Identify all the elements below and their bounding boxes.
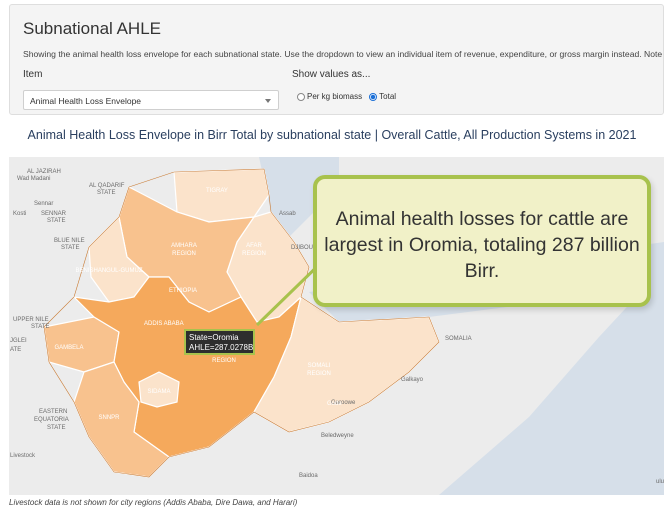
label-amhara: AMHARA [171,243,197,249]
radio-per-kg-biomass-label[interactable]: Per kg biomass [307,92,362,101]
label-addis-ababa: ADDIS ABABA [144,321,184,327]
radio-per-kg-biomass[interactable] [297,92,305,101]
label-afar: AFAR [246,243,262,249]
label-tigray: TIGRAY [206,188,228,194]
label-al-qadarif: AL QADARIF [89,183,125,189]
label-snnpr: SNNPR [98,415,120,421]
label-al-jazirah: AL JAZIRAH [27,169,61,175]
annotation-callout: Animal health losses for cattle are larg… [313,175,651,307]
label-upper-nile: UPPER NILE [13,317,49,323]
show-values-label: Show values as... [292,69,371,80]
label-beledweyne: Beledweyne [321,433,354,439]
label-jglei: JGLEI [10,338,27,344]
item-label: Item [23,69,43,80]
label-eastern: EASTERN [39,409,67,415]
chevron-down-icon [265,99,271,103]
label-sennar: SENNAR [41,211,67,217]
label-upper-nile-state: STATE [31,324,49,330]
panel-description: Showing the animal health loss envelope … [23,49,663,59]
tooltip-value: AHLE=287.0278B [189,343,254,352]
region-tigray[interactable] [173,168,270,223]
label-assab: Assab [279,211,296,217]
label-gode: Gode [327,401,342,407]
label-blue-nile-state: STATE [61,245,79,251]
label-livestock: Livestock [10,453,36,459]
label-ate: ATE [10,347,21,353]
label-al-qadarif-state: STATE [97,190,115,196]
label-wad-madani: Wad Madani [17,176,50,182]
label-oromia-region: REGION [212,358,236,364]
label-sennar-state: STATE [47,218,65,224]
label-equatoria-state: STATE [47,425,65,431]
label-gambela: GAMBELA [54,345,83,351]
label-galkayo: Galkayo [401,377,424,383]
label-sidama: SIDAMA [147,389,170,395]
panel-title: Subnational AHLE [23,19,161,38]
label-afar-region: REGION [242,251,266,257]
label-benishangul: BENISHANGUL-GUMUZ [75,268,142,274]
label-somali-region: REGION [307,371,331,377]
chart-title: Animal Health Loss Envelope in Birr Tota… [27,128,637,142]
item-dropdown-value: Animal Health Loss Envelope [30,96,142,106]
label-ethiopia: ETHIOPIA [169,288,197,294]
label-equatoria: EQUATORIA [34,417,69,423]
label-baidoa: Baidoa [299,473,318,479]
label-sennar-city: Sennar [34,201,53,207]
map-tooltip: State=Oromia AHLE=287.0278B [184,329,255,355]
label-djibouti: DJIBOU [291,245,313,251]
radio-total[interactable] [369,92,378,101]
label-ulu: ulu [656,479,664,485]
radio-total-label[interactable]: Total [379,92,396,101]
control-panel: Subnational AHLE Showing the animal heal… [9,4,664,115]
tooltip-state: State=Oromia [189,333,239,342]
item-dropdown[interactable]: Animal Health Loss Envelope [23,90,279,110]
label-kosti: Kosti [13,211,26,217]
label-somalia: SOMALIA [445,336,472,342]
label-blue-nile: BLUE NILE [54,238,85,244]
footnote: Livestock data is not shown for city reg… [9,498,298,507]
show-values-radio-group: Per kg biomass Total [297,92,403,101]
label-somali: SOMALI [308,363,331,369]
label-amhara-region: REGION [172,251,196,257]
